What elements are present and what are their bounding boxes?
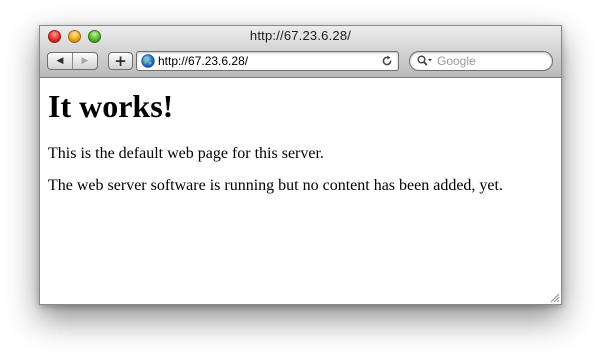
search-field[interactable]: Google	[409, 51, 553, 71]
back-arrow-icon[interactable]: ◀	[48, 53, 73, 69]
search-placeholder: Google	[437, 54, 476, 68]
reload-icon[interactable]	[381, 55, 393, 67]
navigation-buttons: ◀ ▶	[47, 52, 98, 70]
url-text[interactable]: http://67.23.6.28/	[158, 54, 248, 68]
browser-window: http://67.23.6.28/ ◀ ▶ + http://67.23.6.…	[39, 25, 562, 305]
paragraph-server-status: The web server software is running but n…	[48, 176, 503, 194]
resize-grip-icon[interactable]	[549, 292, 560, 303]
magnifier-icon[interactable]	[417, 55, 433, 67]
paragraph-default-page: This is the default web page for this se…	[48, 144, 324, 162]
window-title: http://67.23.6.28/	[249, 28, 352, 43]
forward-arrow-icon[interactable]: ▶	[73, 53, 97, 69]
page-content: It works! This is the default web page f…	[40, 78, 561, 304]
desktop-background: http://67.23.6.28/ ◀ ▶ + http://67.23.6.…	[0, 0, 602, 360]
page-heading: It works!	[48, 88, 174, 124]
title-bar[interactable]: http://67.23.6.28/ ◀ ▶ + http://67.23.6.…	[40, 26, 561, 78]
add-bookmark-button[interactable]: +	[108, 52, 133, 70]
globe-icon	[141, 54, 155, 68]
address-bar[interactable]: http://67.23.6.28/	[136, 51, 399, 71]
